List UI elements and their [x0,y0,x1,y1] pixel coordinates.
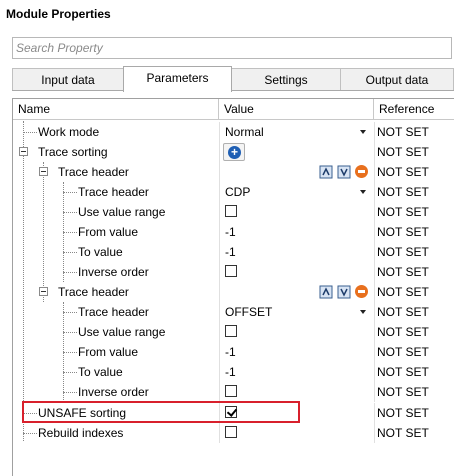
column-header-reference[interactable]: Reference [374,99,454,120]
property-label: From value [78,225,139,239]
column-header-name[interactable]: Name [13,99,219,120]
tab-parameters[interactable]: Parameters [123,66,232,92]
collapse-icon[interactable] [39,167,48,176]
value-field[interactable]: -1 [219,222,374,242]
checkbox[interactable] [225,325,237,337]
reference-value[interactable]: NOT SET [374,202,454,222]
move-down-icon[interactable] [337,285,351,299]
remove-icon[interactable] [355,285,368,298]
tab-divider [12,90,454,91]
reference-value[interactable]: NOT SET [374,222,454,242]
add-button[interactable]: + [223,143,245,161]
reference-value[interactable]: NOT SET [374,242,454,262]
property-label: To value [78,245,123,259]
collapse-icon[interactable] [39,287,48,296]
dropdown-arrow-icon[interactable] [360,130,366,134]
property-row[interactable]: Inverse order NOT SET [13,382,454,402]
property-row[interactable]: Trace header NOT SET [13,162,454,182]
property-value: CDP [225,185,251,199]
property-label: Trace header [58,165,129,179]
reference-value[interactable]: NOT SET [374,403,454,423]
reference-value[interactable]: NOT SET [374,302,454,322]
tab-bar: Input data Parameters Settings Output da… [12,66,454,92]
property-value: OFFSET [225,305,273,319]
work-mode-dropdown[interactable]: Normal [219,122,374,142]
move-down-icon[interactable] [337,165,351,179]
reference-value[interactable]: NOT SET [374,362,454,382]
property-label: From value [78,345,139,359]
property-row[interactable]: Use value range NOT SET [13,202,454,222]
property-value: -1 [225,345,236,359]
property-row[interactable]: Trace header NOT SET [13,282,454,302]
tab-settings[interactable]: Settings [231,68,341,91]
property-row[interactable]: Trace sorting + NOT SET [13,142,454,162]
property-row[interactable]: To value -1 NOT SET [13,242,454,262]
reference-value[interactable]: NOT SET [374,282,454,302]
collapse-icon[interactable] [19,147,28,156]
reference-value[interactable]: NOT SET [374,262,454,282]
column-header-value[interactable]: Value [219,99,374,120]
property-row[interactable]: Trace header OFFSET NOT SET [13,302,454,322]
checkbox[interactable] [225,426,237,438]
property-label: Trace header [78,305,149,319]
value-field[interactable]: -1 [219,342,374,362]
highlight-box [22,401,300,423]
property-value: -1 [225,245,236,259]
property-value: Normal [225,125,264,139]
checkbox[interactable] [225,385,237,397]
property-row[interactable]: Rebuild indexes NOT SET [13,423,454,443]
move-up-icon[interactable] [319,165,333,179]
reference-value[interactable]: NOT SET [374,342,454,362]
reference-value[interactable]: NOT SET [374,423,454,443]
property-label: To value [78,365,123,379]
dropdown-arrow-icon[interactable] [360,310,366,314]
property-value: -1 [225,365,236,379]
property-label: Inverse order [78,265,149,279]
value-field[interactable]: -1 [219,242,374,262]
reference-value[interactable]: NOT SET [374,142,454,162]
value-field[interactable]: -1 [219,362,374,382]
property-row[interactable]: Work mode Normal NOT SET [13,122,454,142]
property-row[interactable]: To value -1 NOT SET [13,362,454,382]
property-row[interactable]: Inverse order NOT SET [13,262,454,282]
property-row[interactable]: From value -1 NOT SET [13,222,454,242]
tab-input-data[interactable]: Input data [12,68,124,91]
reference-value[interactable]: NOT SET [374,322,454,342]
property-label: Work mode [38,125,100,139]
trace-header-dropdown[interactable]: OFFSET [219,302,374,322]
property-label: Use value range [78,205,166,219]
move-up-icon[interactable] [319,285,333,299]
checkbox[interactable] [225,205,237,217]
property-label: Use value range [78,325,166,339]
search-box[interactable] [12,37,452,59]
reference-value[interactable]: NOT SET [374,122,454,142]
reference-value[interactable]: NOT SET [374,182,454,202]
tab-output-data[interactable]: Output data [340,68,454,91]
trace-header-dropdown[interactable]: CDP [219,182,374,202]
property-label: Trace header [58,285,129,299]
property-value: -1 [225,225,236,239]
checkbox[interactable] [225,265,237,277]
property-label: Trace sorting [38,145,108,159]
search-input[interactable] [13,38,451,58]
property-label: Inverse order [78,385,149,399]
property-label: Trace header [78,185,149,199]
plus-circle-icon: + [228,146,241,159]
remove-icon[interactable] [355,165,368,178]
property-row[interactable]: Trace header CDP NOT SET [13,182,454,202]
property-row[interactable]: From value -1 NOT SET [13,342,454,362]
dropdown-arrow-icon[interactable] [360,190,366,194]
property-row[interactable]: Use value range NOT SET [13,322,454,342]
window-title: Module Properties [6,7,111,21]
property-label: Rebuild indexes [38,426,124,440]
reference-value[interactable]: NOT SET [374,382,454,402]
reference-value[interactable]: NOT SET [374,162,454,182]
